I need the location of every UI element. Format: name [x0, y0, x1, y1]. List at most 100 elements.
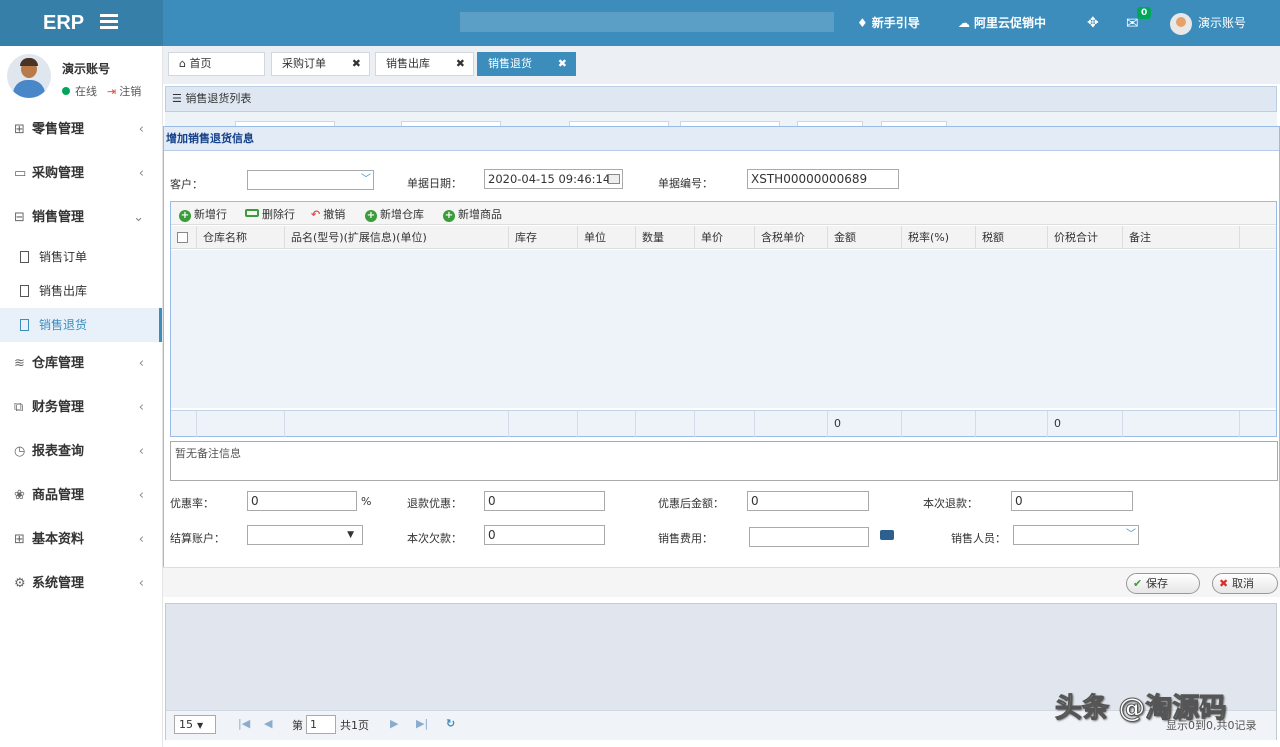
- page-prefix: 第: [292, 719, 303, 732]
- col-stock[interactable]: 库存: [509, 226, 578, 249]
- date-field[interactable]: 2020-04-15 09:46:14: [484, 169, 623, 189]
- col-price[interactable]: 单价: [695, 226, 755, 249]
- tab-sales-return[interactable]: 销售退货 ✖: [477, 52, 576, 76]
- customer-select[interactable]: ﹀: [247, 170, 374, 190]
- dropdown-arrow-icon: ▼: [197, 721, 204, 730]
- close-icon[interactable]: ✖: [352, 53, 361, 75]
- col-remark[interactable]: 备注: [1123, 226, 1240, 249]
- guide-link[interactable]: ♦ 新手引导: [857, 0, 920, 46]
- top-search-bar[interactable]: [460, 12, 834, 32]
- tab-home[interactable]: ⌂ 首页: [168, 52, 265, 76]
- close-icon[interactable]: ✖: [456, 53, 465, 75]
- menu-warehouse[interactable]: ≋ 仓库管理 ‹: [0, 342, 162, 386]
- dropdown-arrow-icon: ▼: [347, 530, 354, 540]
- account-label: 结算账户：: [170, 532, 225, 545]
- chevron-left-icon: ‹: [138, 488, 144, 503]
- menu-reports[interactable]: ◷ 报表查询 ‹: [0, 430, 162, 474]
- footer-amount: 0: [828, 411, 902, 437]
- folder-icon[interactable]: [880, 530, 894, 540]
- menu-finance[interactable]: ⧉ 财务管理 ‹: [0, 386, 162, 430]
- next-page-icon[interactable]: ▶: [390, 717, 398, 730]
- account-select[interactable]: ▼: [247, 525, 363, 545]
- calendar-icon[interactable]: [608, 174, 620, 184]
- menu-basic[interactable]: ⊞ 基本资料 ‹: [0, 518, 162, 562]
- cost-input[interactable]: [749, 527, 869, 547]
- tab-bar: ⌂ 首页 采购订单 ✖ 销售出库 ✖ 销售退货 ✖: [163, 46, 1280, 84]
- grid-footer: 0 0: [171, 410, 1276, 437]
- remark-textarea[interactable]: 暂无备注信息: [170, 441, 1278, 481]
- user-panel: 演示账号 在线 ⇥ 注销: [0, 46, 162, 108]
- tab-sales-out[interactable]: 销售出库 ✖: [375, 52, 474, 76]
- refund-discount-input[interactable]: 0: [484, 491, 605, 511]
- debt-label: 本次欠款：: [407, 532, 462, 545]
- page-size-select[interactable]: 15 ▼: [174, 715, 216, 734]
- undo-button[interactable]: ↶ 撤销: [311, 206, 345, 222]
- promo-link[interactable]: ☁ 阿里云促销中: [958, 0, 1046, 46]
- plus-icon: +: [179, 210, 191, 222]
- salesman-select[interactable]: ﹀: [1013, 525, 1139, 545]
- after-discount-label: 优惠后金额：: [658, 497, 724, 510]
- delete-row-button[interactable]: 删除行: [245, 206, 295, 222]
- logout-icon[interactable]: ⇥: [107, 85, 116, 98]
- col-total[interactable]: 价税合计: [1048, 226, 1123, 249]
- top-navbar: ERP ♦ 新手引导 ☁ 阿里云促销中 ✥ ✉ 0 演示账号: [0, 0, 1280, 46]
- monitor-icon: ▭: [14, 166, 27, 181]
- logo[interactable]: ERP: [0, 0, 163, 46]
- col-warehouse[interactable]: 仓库名称: [197, 226, 285, 249]
- percent-label: %: [361, 495, 372, 508]
- grid-toolbar: + 新增行 删除行 ↶ 撤销 + 新增仓库 + 新增商品: [171, 202, 1276, 225]
- diamond-icon: ♦: [857, 16, 868, 30]
- cloud-icon: ☁: [958, 16, 970, 30]
- save-button[interactable]: ✔ 保存: [1126, 573, 1200, 594]
- col-tax-rate[interactable]: 税率(%): [902, 226, 976, 249]
- number-field[interactable]: XSTH00000000689: [747, 169, 899, 189]
- close-icon[interactable]: ✖: [558, 53, 567, 75]
- add-warehouse-button[interactable]: + 新增仓库: [365, 206, 424, 222]
- avatar: [1170, 12, 1192, 35]
- col-quantity[interactable]: 数量: [636, 226, 695, 249]
- add-goods-button[interactable]: + 新增商品: [443, 206, 502, 222]
- menu-toggle-icon[interactable]: [100, 11, 118, 33]
- footer-total: 0: [1048, 411, 1123, 437]
- background-form-strip: [165, 112, 1277, 126]
- debt-input[interactable]: 0: [484, 525, 605, 545]
- col-product[interactable]: 品名(型号)(扩展信息)(单位): [285, 226, 509, 249]
- submenu-sales-order[interactable]: 销售订单: [0, 240, 162, 274]
- menu-system[interactable]: ⚙ 系统管理 ‹: [0, 562, 162, 606]
- account-menu[interactable]: 演示账号: [1170, 0, 1246, 46]
- close-icon: ✖: [1219, 577, 1233, 590]
- submenu-sales-out[interactable]: 销售出库: [0, 274, 162, 308]
- col-amount[interactable]: 金额: [828, 226, 902, 249]
- menu-retail[interactable]: ⊞ 零售管理 ‹: [0, 108, 162, 152]
- chevron-left-icon: ‹: [138, 122, 144, 137]
- col-tax-price[interactable]: 含税单价: [755, 226, 828, 249]
- submenu-sales-return[interactable]: 销售退货: [0, 308, 162, 342]
- tab-purchase-order[interactable]: 采购订单 ✖: [271, 52, 370, 76]
- last-page-icon[interactable]: ▶|: [416, 717, 428, 730]
- refresh-icon[interactable]: ↻: [446, 717, 455, 730]
- menu-purchase[interactable]: ▭ 采购管理 ‹: [0, 152, 162, 196]
- plus-icon: +: [365, 210, 377, 222]
- menu-sales[interactable]: ⊟ 销售管理 ⌄: [0, 196, 162, 240]
- list-panel-header: ☰ 销售退货列表: [165, 86, 1277, 112]
- list-icon: ☰: [172, 92, 186, 105]
- refund-input[interactable]: 0: [1011, 491, 1133, 511]
- first-page-icon[interactable]: |◀: [238, 717, 250, 730]
- page-input[interactable]: 1: [306, 715, 336, 734]
- menu-goods[interactable]: ❀ 商品管理 ‹: [0, 474, 162, 518]
- mail-icon[interactable]: ✉: [1126, 0, 1139, 46]
- mail-badge: 0: [1137, 7, 1152, 19]
- online-dot-icon: [62, 87, 70, 95]
- col-unit[interactable]: 单位: [578, 226, 636, 249]
- col-tax[interactable]: 税额: [976, 226, 1048, 249]
- page-icon: [20, 319, 29, 331]
- discount-rate-input[interactable]: 0: [247, 491, 357, 511]
- select-all-checkbox[interactable]: [171, 226, 197, 249]
- add-row-button[interactable]: + 新增行: [179, 206, 227, 222]
- after-discount-input[interactable]: 0: [747, 491, 869, 511]
- fullscreen-icon[interactable]: ✥: [1087, 0, 1099, 46]
- logout-link[interactable]: 注销: [119, 85, 141, 98]
- chevron-down-icon: ﹀: [1126, 529, 1136, 540]
- prev-page-icon[interactable]: ◀: [264, 717, 272, 730]
- cancel-button[interactable]: ✖ 取消: [1212, 573, 1278, 594]
